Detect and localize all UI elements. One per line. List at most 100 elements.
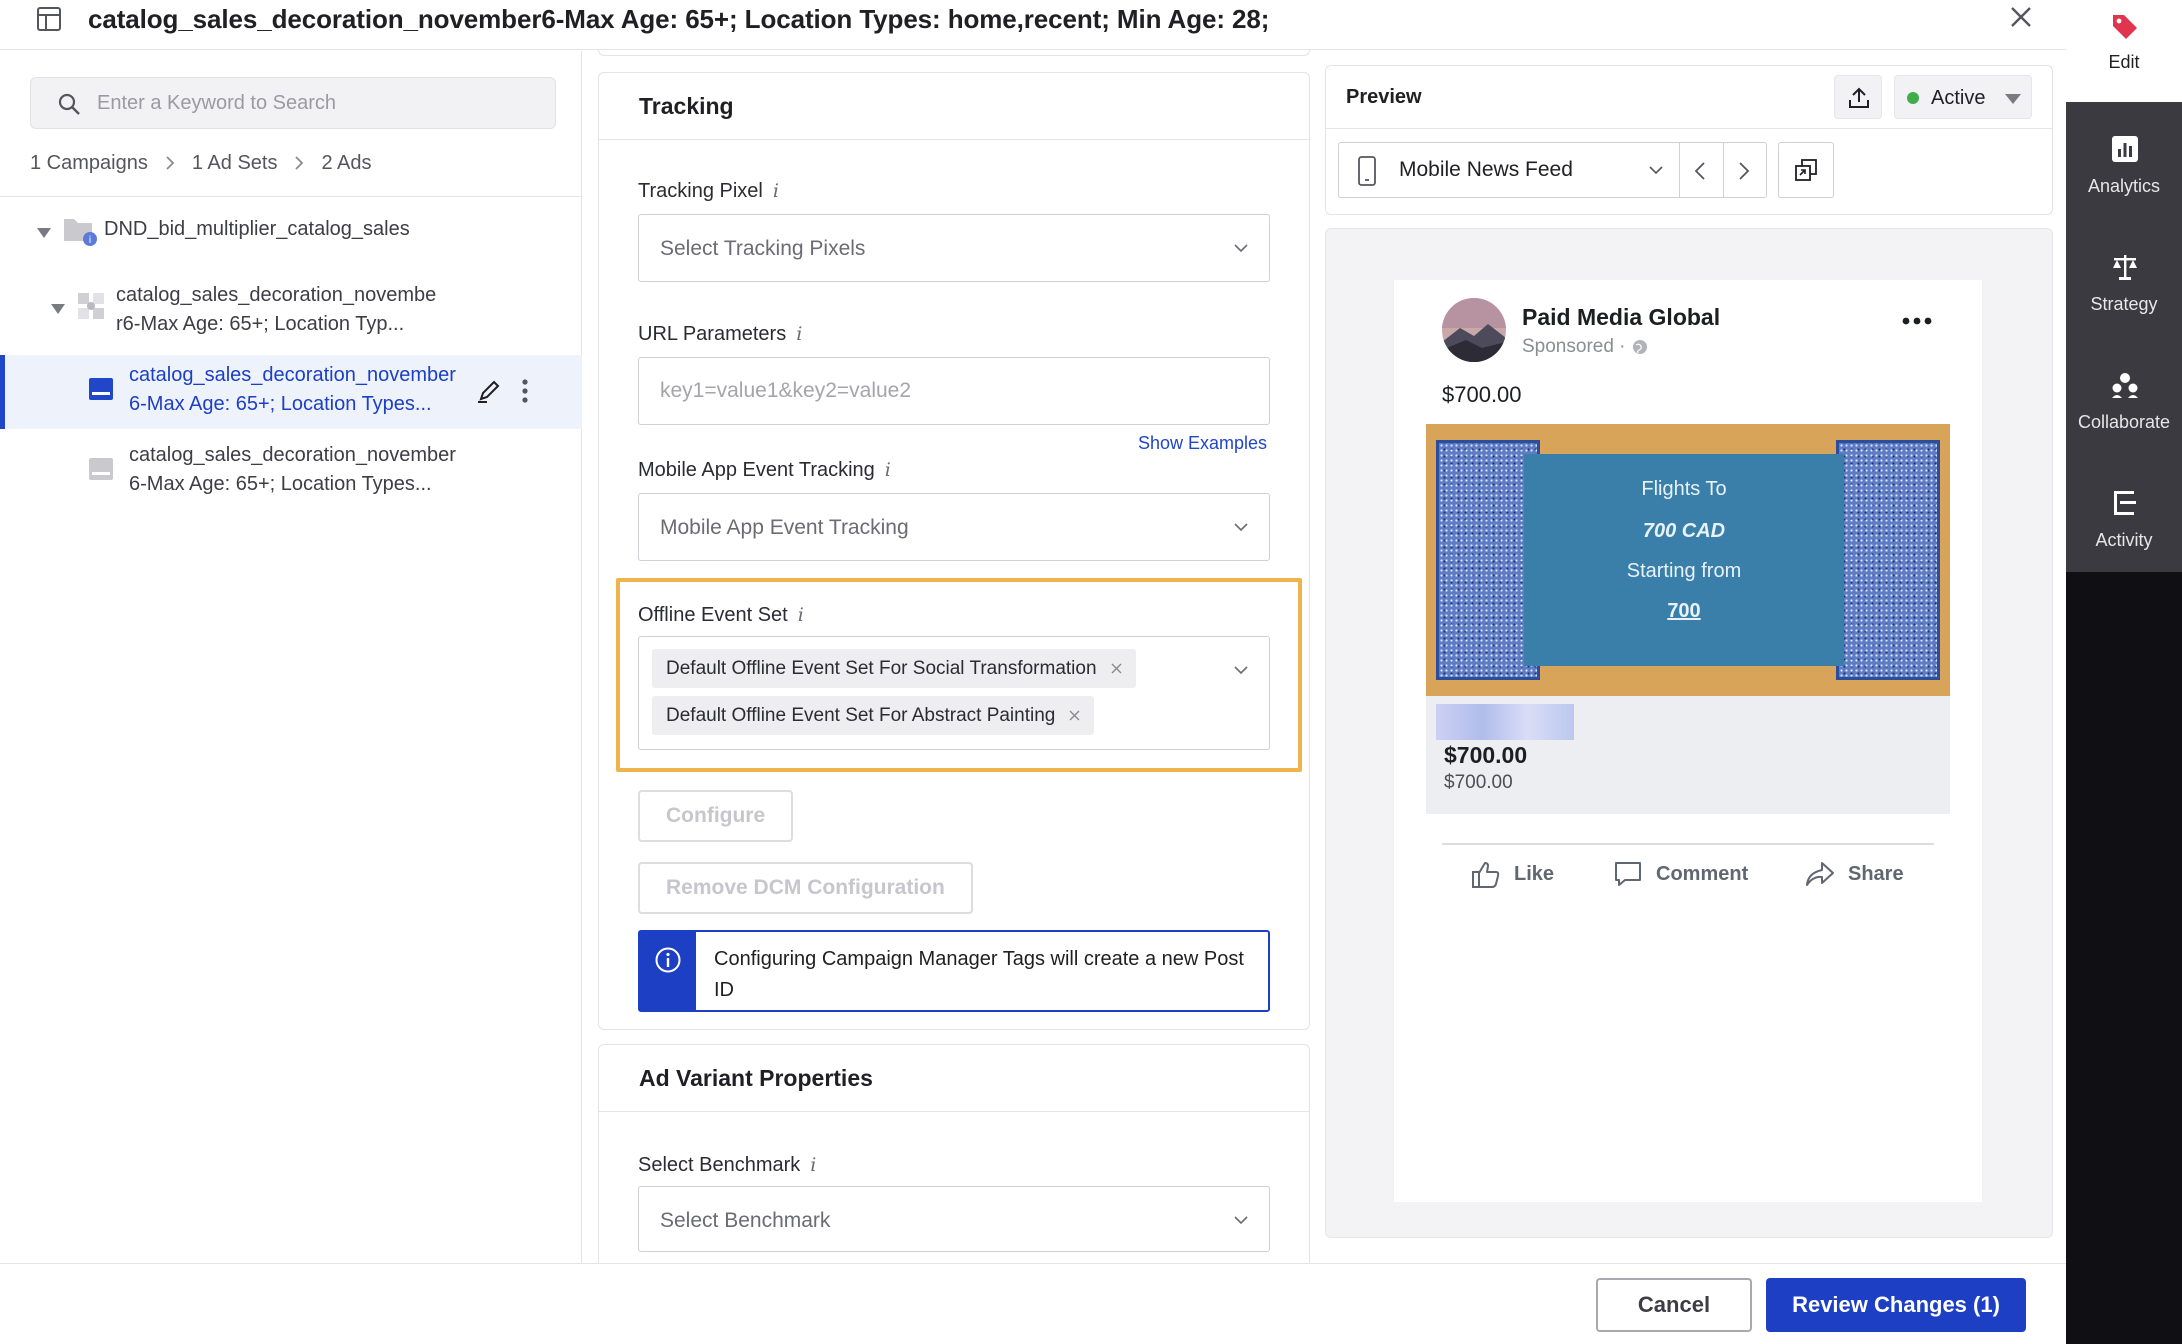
status-dot (1907, 92, 1919, 104)
page-name: Paid Media Global (1522, 304, 1721, 330)
banner-line: Starting from (1626, 560, 1742, 582)
divider (1326, 128, 2052, 129)
chevron-right-icon[interactable] (1732, 160, 1754, 182)
offline-event-chip: Default Offline Event Set For Social Tra… (652, 649, 1136, 688)
banner-line: 700 (1667, 600, 1701, 622)
layout-icon (37, 7, 61, 31)
show-examples-link[interactable]: Show Examples (1138, 433, 1267, 454)
adset-icon (78, 293, 104, 319)
tracking-pixel-select[interactable]: Select Tracking Pixels (638, 214, 1270, 282)
like-button[interactable]: Like (1470, 854, 1554, 894)
more-vertical-icon[interactable] (520, 377, 530, 405)
remove-dcm-button[interactable]: Remove DCM Configuration (638, 862, 973, 914)
mobile-app-tracking-select[interactable]: Mobile App Event Tracking (638, 493, 1270, 561)
chevron-down-icon (1234, 1216, 1248, 1225)
rail-item-activity[interactable]: Activity (2066, 476, 2182, 594)
product-price: $700.00 (1444, 742, 1528, 768)
tracking-pixel-label: Tracking Pixel i (638, 180, 779, 202)
preview-header: Preview Active Mobile News Feed (1325, 65, 2053, 215)
expand-icon (1795, 159, 1817, 181)
expand-preview-button[interactable] (1778, 142, 1834, 198)
share-upload-button[interactable] (1834, 75, 1882, 119)
facebook-post-preview: Paid Media Global Sponsored · $700.00 Fl… (1394, 280, 1982, 1202)
banner-line: 700 CAD (1642, 520, 1726, 542)
divider (599, 1111, 1309, 1112)
close-icon[interactable] (2006, 2, 2036, 32)
remove-chip-icon[interactable] (1111, 663, 1122, 674)
placement-select[interactable]: Mobile News Feed (1338, 142, 1680, 198)
breadcrumb: 1 Campaigns 1 Ad Sets 2 Ads (30, 148, 372, 178)
breadcrumb-adsets[interactable]: 1 Ad Sets (192, 152, 278, 175)
url-parameters-label: URL Parameters i (638, 323, 803, 345)
info-circle-icon (655, 947, 681, 973)
rail-item-strategy[interactable]: Strategy (2066, 240, 2182, 358)
chevron-right-icon (295, 156, 304, 170)
divider (599, 139, 1309, 140)
mobile-app-tracking-label: Mobile App Event Tracking i (638, 459, 891, 481)
rail-item-edit[interactable]: Edit (2066, 0, 2182, 102)
review-changes-button[interactable]: Review Changes (1) (1766, 1278, 2026, 1332)
chevron-down-icon (1649, 166, 1663, 175)
chevron-down-icon (1234, 244, 1248, 253)
share-button[interactable]: Share (1804, 854, 1904, 894)
share-arrow-icon (1806, 862, 1834, 886)
right-rail: Edit Analytics Strategy Collaborate Acti… (2066, 0, 2182, 1344)
rail-label: Strategy (2090, 294, 2158, 314)
rail-item-analytics[interactable]: Analytics (2066, 122, 2182, 240)
post-image: Flights To 700 CAD Starting from 700 (1426, 424, 1950, 696)
rail-label: Analytics (2087, 176, 2161, 196)
offline-event-set-select[interactable]: Default Offline Event Set For Social Tra… (638, 636, 1270, 750)
info-icon[interactable]: i (885, 459, 891, 481)
tag-icon (2113, 15, 2137, 39)
info-banner: Configuring Campaign Manager Tags will c… (638, 930, 1270, 1012)
caret-down-icon[interactable] (50, 303, 66, 315)
caret-down-icon (2005, 94, 2021, 104)
status-label: Active (1931, 87, 1986, 109)
info-icon[interactable]: i (773, 180, 779, 202)
edit-pencil-icon[interactable] (475, 377, 503, 405)
info-icon[interactable]: i (810, 1154, 816, 1176)
header: catalog_sales_decoration_november6-Max A… (0, 0, 2066, 50)
search-input[interactable] (97, 78, 537, 128)
post-price: $700.00 (1442, 382, 1522, 407)
card-edge (598, 50, 1310, 56)
tree-item-campaign[interactable]: i DND_bid_multiplier_catalog_sales (0, 205, 582, 257)
tree-item-label: catalog_sales_decoration_novembe r6-Max … (116, 284, 437, 335)
tree-item-label: catalog_sales_decoration_november 6-Max … (129, 364, 456, 415)
avatar (1442, 298, 1506, 362)
mobile-phone-icon (1358, 156, 1376, 186)
ad-icon (89, 378, 113, 400)
divider (1442, 843, 1934, 845)
placement-nav (1679, 142, 1767, 198)
caret-down-icon[interactable] (36, 227, 52, 239)
campaign-folder-icon: i (64, 219, 97, 246)
footer: Cancel Review Changes (1) (0, 1264, 2066, 1344)
info-icon[interactable]: i (796, 323, 802, 345)
divider (1723, 143, 1724, 197)
tree-item-ad[interactable]: catalog_sales_decoration_november 6-Max … (0, 435, 582, 509)
people-icon (2112, 373, 2138, 398)
benchmark-select[interactable]: Select Benchmark (638, 1186, 1270, 1252)
banner-line: Flights To (1641, 478, 1727, 500)
remove-chip-icon[interactable] (1069, 710, 1080, 721)
cancel-button[interactable]: Cancel (1596, 1278, 1752, 1332)
breadcrumb-campaigns[interactable]: 1 Campaigns (30, 152, 148, 175)
configure-button[interactable]: Configure (638, 790, 794, 842)
breadcrumb-ads[interactable]: 2 Ads (321, 152, 371, 175)
chevron-left-icon[interactable] (1690, 160, 1712, 182)
info-icon[interactable]: i (798, 604, 804, 626)
status-dropdown[interactable]: Active (1894, 75, 2032, 119)
pattern-panel-right (1836, 440, 1940, 680)
more-horizontal-icon[interactable] (1902, 316, 1932, 326)
sponsored-label: Sponsored · (1522, 336, 1648, 358)
tree-item-ad-selected[interactable]: catalog_sales_decoration_november 6-Max … (0, 355, 582, 429)
url-parameters-input[interactable] (638, 357, 1270, 425)
product-price-secondary: $700.00 (1444, 772, 1513, 793)
tree-item-adset[interactable]: catalog_sales_decoration_novembe r6-Max … (0, 281, 582, 347)
chevron-right-icon (166, 156, 175, 170)
tree-item-label: catalog_sales_decoration_november 6-Max … (129, 444, 456, 495)
bar-chart-icon (2112, 136, 2138, 162)
rail-item-collaborate[interactable]: Collaborate (2066, 358, 2182, 476)
page-title: catalog_sales_decoration_november6-Max A… (88, 4, 1270, 34)
comment-button[interactable]: Comment (1612, 854, 1748, 894)
